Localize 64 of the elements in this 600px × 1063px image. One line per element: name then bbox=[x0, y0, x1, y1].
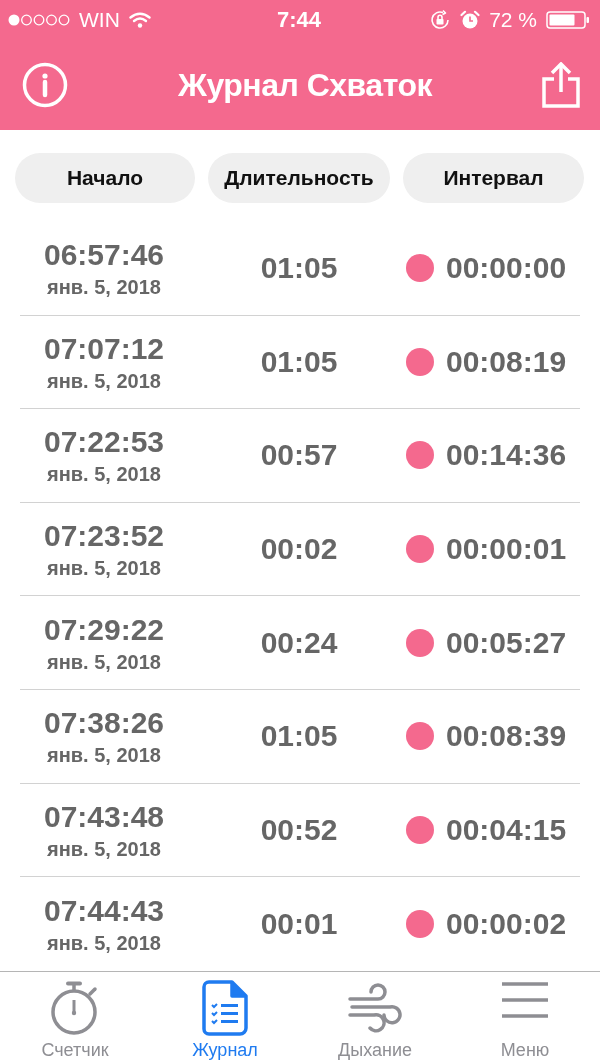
tab-item[interactable]: Дыхание bbox=[300, 972, 450, 1063]
interval: 00:04:15 bbox=[446, 812, 567, 847]
status-dot-icon bbox=[406, 909, 434, 938]
start-time: 07:23:52 bbox=[43, 519, 165, 554]
share-button[interactable] bbox=[542, 62, 580, 108]
start-date: янв. 5, 2018 bbox=[47, 650, 161, 673]
status-dot-icon bbox=[406, 535, 434, 564]
wind-icon bbox=[348, 980, 402, 1034]
menu-icon bbox=[500, 980, 550, 1020]
duration: 01:05 bbox=[260, 251, 338, 286]
start-date: янв. 5, 2018 bbox=[47, 369, 161, 392]
info-button[interactable] bbox=[22, 62, 68, 108]
interval: 00:00:00 bbox=[446, 251, 567, 286]
duration: 00:02 bbox=[260, 532, 338, 567]
interval: 00:08:39 bbox=[446, 719, 567, 754]
duration: 00:57 bbox=[260, 438, 338, 473]
tab-item[interactable]: Журнал bbox=[150, 972, 300, 1063]
interval: 00:00:02 bbox=[446, 906, 567, 941]
interval: 00:14:36 bbox=[446, 438, 567, 473]
status-dot-icon bbox=[406, 628, 434, 657]
duration: 01:05 bbox=[260, 719, 338, 754]
info-icon bbox=[22, 62, 68, 108]
duration: 00:52 bbox=[260, 812, 338, 847]
page-title: Журнал Схваток bbox=[178, 66, 432, 104]
duration: 01:05 bbox=[260, 344, 338, 379]
start-time: 07:38:26 bbox=[43, 706, 165, 741]
carrier-name: WIN bbox=[79, 8, 120, 32]
start-date: янв. 5, 2018 bbox=[47, 744, 161, 767]
status-dot-icon bbox=[406, 347, 434, 376]
start-date: янв. 5, 2018 bbox=[47, 837, 161, 860]
start-time: 07:44:43 bbox=[43, 893, 165, 928]
column-header: Длительность bbox=[208, 153, 390, 203]
column-header: Интервал bbox=[403, 153, 584, 203]
status-dot-icon bbox=[406, 815, 434, 844]
tab-item[interactable]: Счетчик bbox=[0, 972, 150, 1063]
start-time: 07:22:53 bbox=[43, 425, 165, 460]
status-dot-icon bbox=[406, 254, 434, 283]
start-date: янв. 5, 2018 bbox=[47, 557, 161, 580]
interval: 00:05:27 bbox=[446, 625, 567, 660]
duration: 00:24 bbox=[260, 625, 338, 660]
wifi-icon bbox=[128, 12, 151, 28]
battery-icon bbox=[546, 11, 590, 29]
rotation-lock-icon bbox=[429, 9, 452, 31]
start-date: янв. 5, 2018 bbox=[47, 276, 161, 299]
status-dot-icon bbox=[406, 441, 434, 470]
start-date: янв. 5, 2018 bbox=[47, 463, 161, 486]
battery-percentage: 72 % bbox=[489, 8, 537, 32]
start-time: 07:29:22 bbox=[43, 612, 165, 647]
alarm-clock-icon bbox=[460, 10, 481, 30]
checklist-document-icon bbox=[202, 980, 248, 1036]
interval: 00:08:19 bbox=[446, 344, 567, 379]
start-date: янв. 5, 2018 bbox=[47, 931, 161, 954]
share-icon bbox=[542, 62, 580, 108]
column-header: Начало bbox=[15, 153, 195, 203]
start-time: 06:57:46 bbox=[43, 238, 165, 273]
status-time: 7:44 bbox=[276, 8, 321, 32]
start-time: 07:07:12 bbox=[43, 331, 165, 366]
signal-strength-icon bbox=[8, 14, 70, 26]
tab-item[interactable]: Меню bbox=[450, 972, 600, 1063]
start-time: 07:43:48 bbox=[43, 799, 165, 834]
stopwatch-icon bbox=[50, 980, 100, 1036]
interval: 00:00:01 bbox=[446, 532, 567, 567]
status-dot-icon bbox=[406, 722, 434, 751]
duration: 00:01 bbox=[260, 906, 338, 941]
